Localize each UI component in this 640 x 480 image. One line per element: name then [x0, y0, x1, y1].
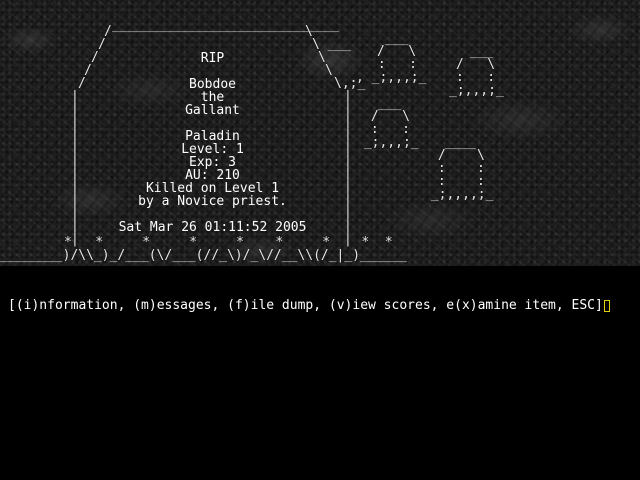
grave-4-base: _;,,,;_ [356, 135, 419, 150]
grave-5-base: _;,,,,;_ [423, 187, 494, 202]
text-cursor [603, 299, 610, 312]
tomb-wall-left: | | | | | | | | | | | | [71, 89, 79, 247]
tomb-roof-left-3: / [91, 50, 99, 65]
game-screen: _____________________________ / \ / \ __… [0, 0, 640, 480]
ground-line: ________)/\\_)_/___(\/___(//_\)/_\//__\\… [0, 248, 407, 263]
tombstone-epitaph: RIP Bobdoe the Gallant Paladin Level: 1 … [100, 52, 325, 234]
tomb-roof-left-5: / [78, 76, 86, 91]
command-prompt-text: [(i)nformation, (m)essages, (f)ile dump,… [8, 298, 603, 313]
grave-2-base: , _;,,,;_ [356, 70, 427, 85]
tomb-roof-right-4: \ [325, 63, 333, 78]
death-date: Sat Mar 26 01:11:52 2005 [118, 220, 307, 235]
command-prompt[interactable]: [(i)nformation, (m)essages, (f)ile dump,… [8, 298, 610, 313]
killed-by: by a Novice priest. [138, 194, 287, 209]
tomb-wall-right: | | | | | | | | | | | | [344, 89, 352, 247]
tomb-roof-left-2: / [98, 37, 106, 52]
character-title: Gallant [185, 103, 240, 118]
grave-3-base: _;,,,;_ [449, 83, 504, 98]
rip-text: RIP [200, 51, 225, 66]
